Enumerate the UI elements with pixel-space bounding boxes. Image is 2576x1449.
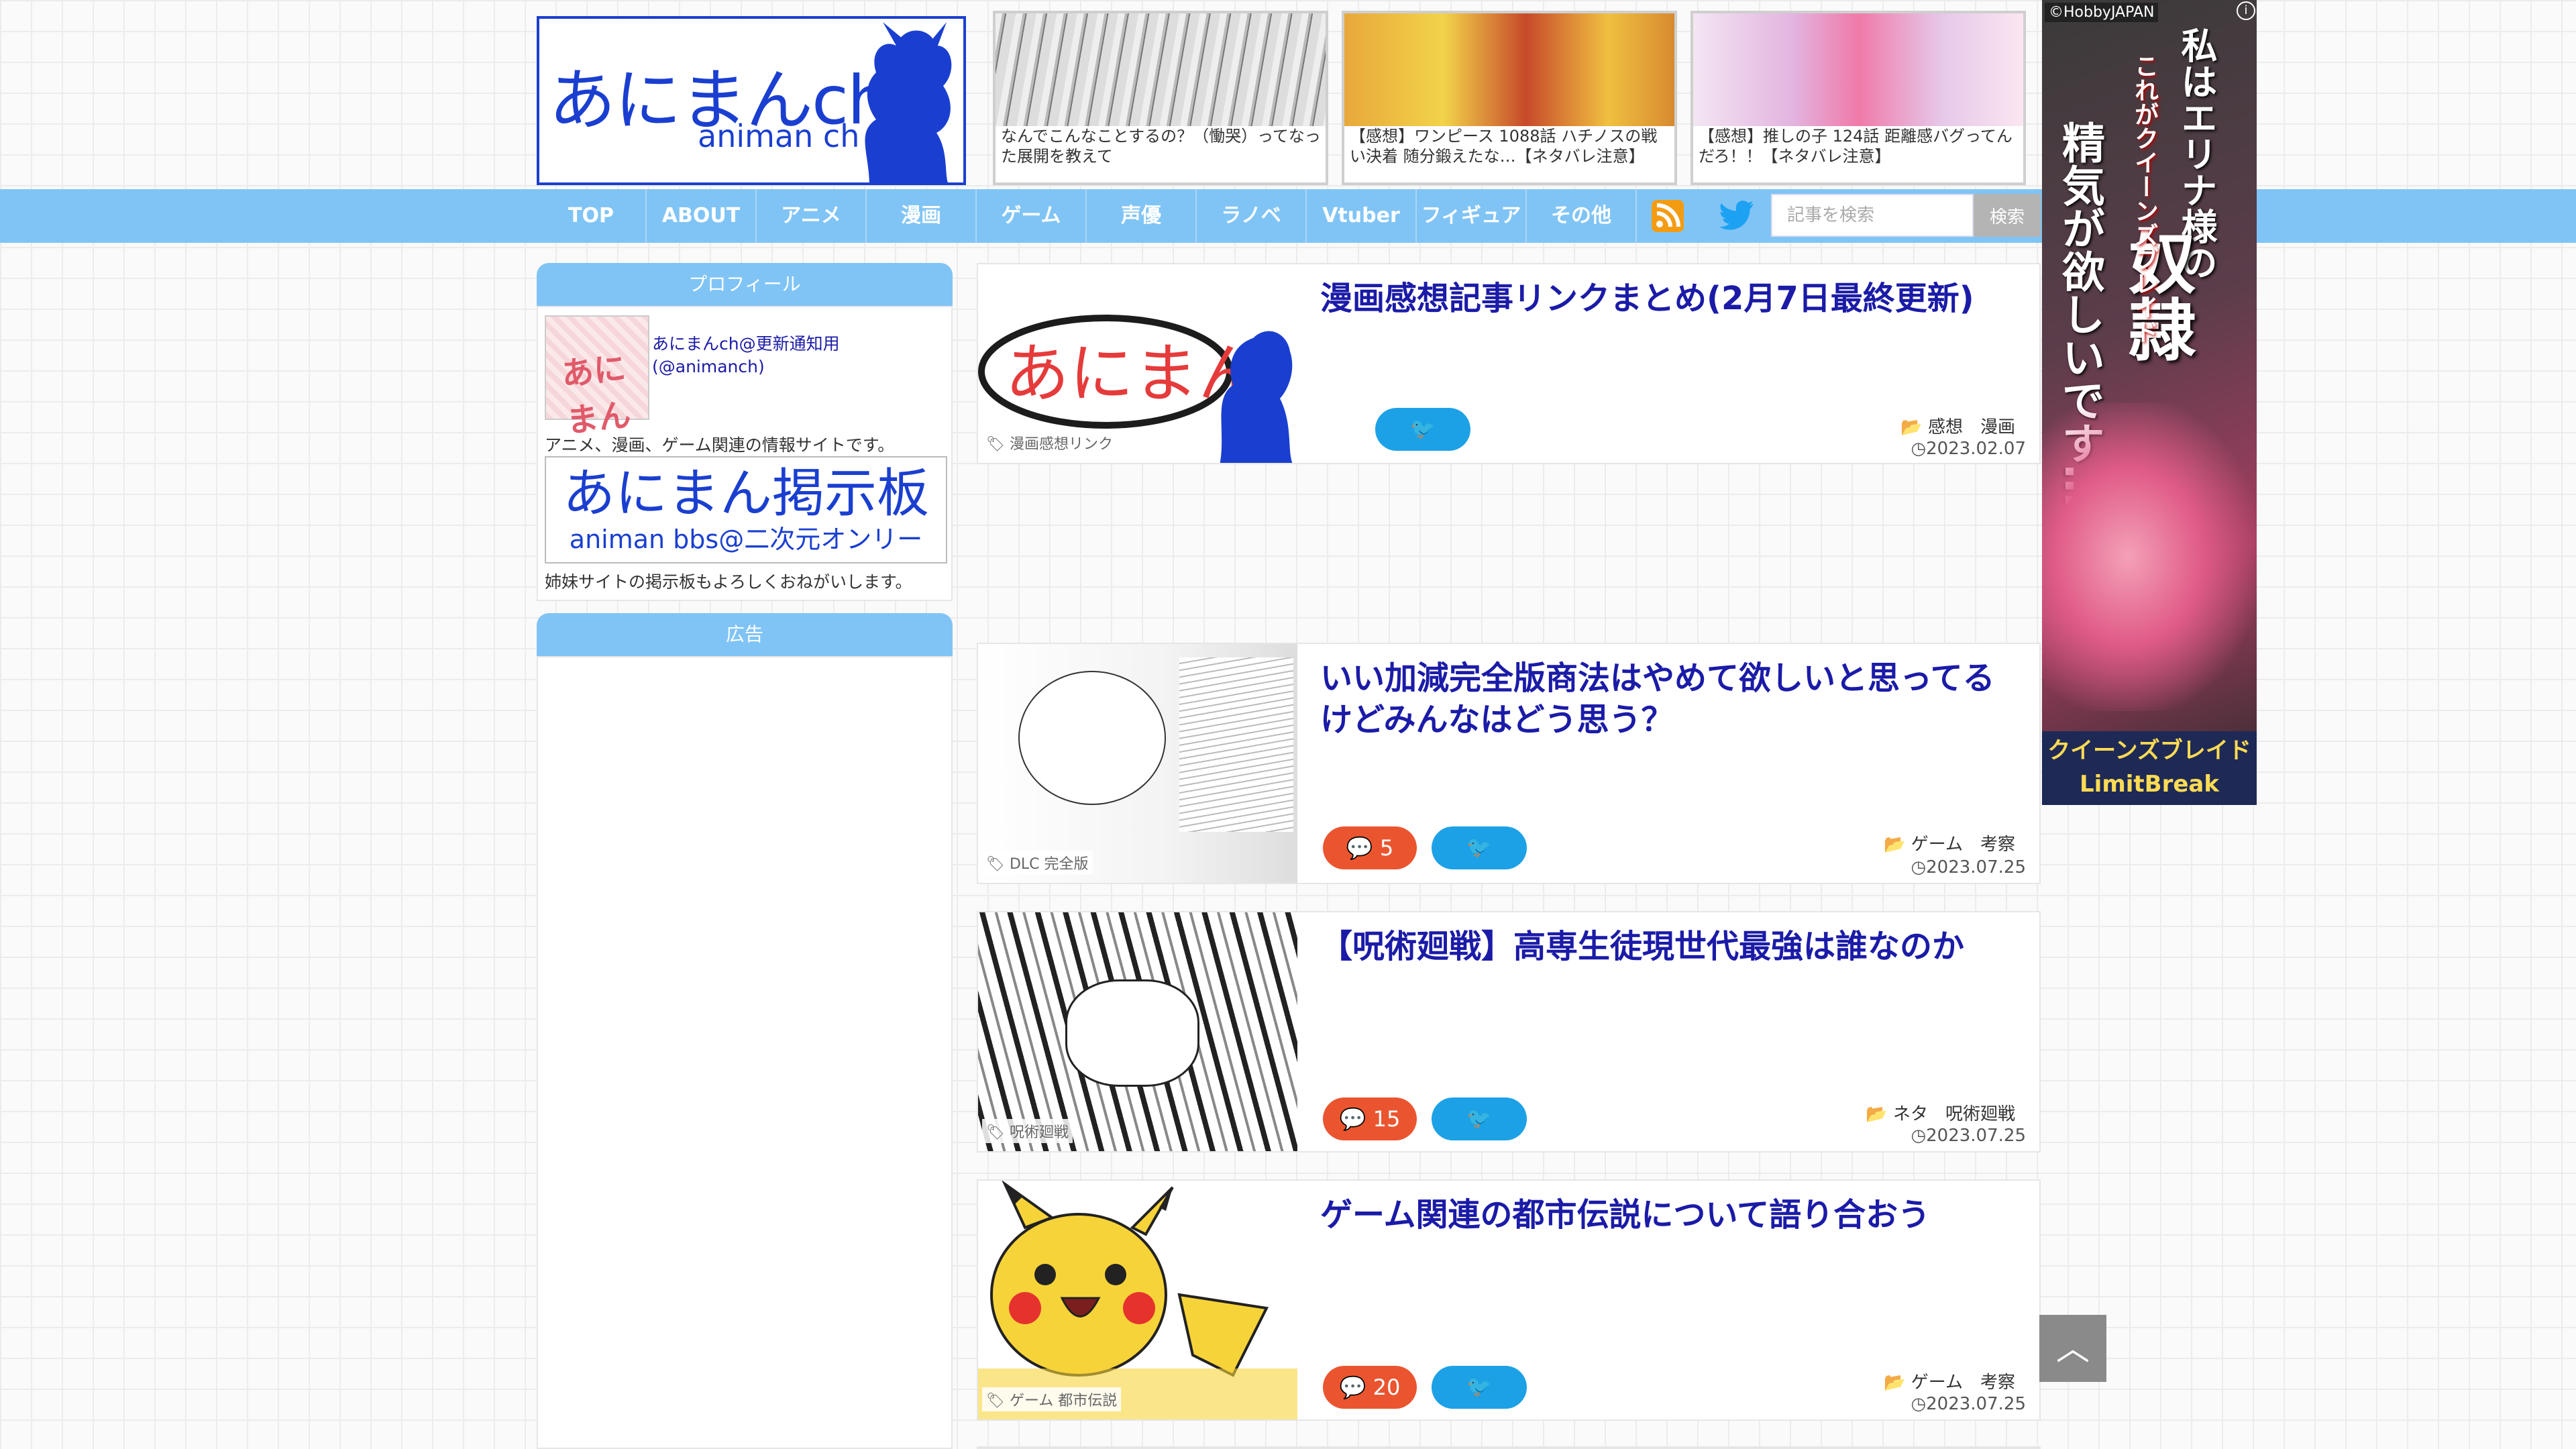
top-story-caption: 【感想】ワンピース 1088話 ハチノスの戦い決着 随分鍛えたな…【ネタバレ注意… xyxy=(1350,126,1670,166)
search-input[interactable] xyxy=(1771,194,1974,237)
right-ad-banner[interactable]: ©HobbyJAPAN i 私はエリナ様の 奴隷 これがクイーンズブレイド 精気… xyxy=(2042,0,2257,805)
tweet-button[interactable]: 🐦 xyxy=(1375,408,1470,451)
article-date: ◷2023.02.07 xyxy=(1911,439,2026,459)
nav-item-vtuber[interactable]: Vtuber xyxy=(1307,189,1417,243)
article-title[interactable]: 【呪術廻戦】高専生徒現世代最強は誰なのか xyxy=(1320,926,2019,967)
twitter-bird-icon: 🐦 xyxy=(1466,1107,1492,1130)
article-category[interactable]: 📂 ゲーム 考察 xyxy=(1884,1368,2015,1393)
top-story-image xyxy=(996,13,1326,126)
article-title[interactable]: ゲーム関連の都市伝説について語り合おう xyxy=(1320,1194,2019,1236)
ad-brand: クイーンズブレイド LimitBreak xyxy=(2042,731,2257,805)
ad-info-icon[interactable]: i xyxy=(2237,1,2255,20)
profile-heading: プロフィール xyxy=(537,263,953,306)
top-story-caption: 【感想】推しの子 124話 距離感バグってんだろ！！【ネタバレ注意】 xyxy=(1699,126,2019,166)
clock-icon: ◷ xyxy=(1911,439,1927,459)
top-story-image xyxy=(1693,13,2023,126)
article-title[interactable]: 漫画感想記事リンクまとめ(2月7日最終更新) xyxy=(1320,278,2019,319)
article-tags[interactable]: 🏷 呪術廻戦 xyxy=(982,1119,1073,1143)
profile-description: アニメ、漫画、ゲーム関連の情報サイトです。 xyxy=(545,435,895,455)
clock-icon: ◷ xyxy=(1911,857,1927,877)
article-thumbnail xyxy=(978,912,1297,1151)
nav-item-anime[interactable]: アニメ xyxy=(757,189,867,243)
rss-icon[interactable] xyxy=(1652,200,1684,232)
nav-item-light-novel[interactable]: ラノベ xyxy=(1197,189,1307,243)
top-story-1[interactable]: なんでこんなことするの？（慟哭）ってなった展開を教えて xyxy=(993,11,1328,185)
bbs-banner[interactable]: あにまん掲示板 animan bbs@二次元オンリー xyxy=(545,456,947,564)
comment-count-button[interactable]: 💬 15 xyxy=(1323,1097,1417,1140)
ad-character-art xyxy=(2042,402,2257,711)
article-title[interactable]: いい加減完全版商法はやめて欲しいと思ってるけどみんなはどう思う？ xyxy=(1320,657,2019,741)
nav-item-figure[interactable]: フィギュア xyxy=(1417,189,1527,243)
tag-icon: 🏷 xyxy=(986,1124,1005,1141)
top-story-caption: なんでこんなことするの？（慟哭）ってなった展開を教えて xyxy=(1001,126,1322,166)
article-tags[interactable]: 🏷 DLC 完全版 xyxy=(982,851,1093,875)
folder-icon: 📂 xyxy=(1884,835,1906,855)
article-category[interactable]: 📂 ネタ 呪術廻戦 xyxy=(1866,1100,2015,1125)
article-category[interactable]: 📂 ゲーム 考察 xyxy=(1884,830,2015,855)
article-date: ◷2023.07.25 xyxy=(1911,1126,2026,1146)
clock-icon: ◷ xyxy=(1911,1126,1927,1146)
bbs-logo-subtext: animan bbs@二次元オンリー xyxy=(569,525,923,554)
profile-avatar[interactable]: あにまん xyxy=(545,315,649,440)
folder-icon: 📂 xyxy=(1884,1373,1906,1393)
article-card[interactable]: ゲーム関連の都市伝説について語り合おう 💬 20 🐦 🏷 ゲーム 都市伝説 📂 … xyxy=(977,1179,2041,1421)
nav-item-manga[interactable]: 漫画 xyxy=(867,189,977,243)
nav-item-about[interactable]: ABOUT xyxy=(647,189,757,243)
twitter-bird-icon: 🐦 xyxy=(1410,417,1436,441)
nav-item-game[interactable]: ゲーム xyxy=(977,189,1087,243)
search-button[interactable]: 検索 xyxy=(1974,194,2041,237)
article-date: ◷2023.07.25 xyxy=(1911,1394,2026,1414)
article-thumbnail xyxy=(978,1181,1297,1419)
back-to-top-button[interactable]: ︿ xyxy=(2039,1315,2106,1382)
sidebar-ad-area xyxy=(537,656,953,1449)
ad-copyright: ©HobbyJAPAN xyxy=(2045,3,2159,22)
twitter-icon[interactable] xyxy=(1719,200,1755,232)
tweet-button[interactable]: 🐦 xyxy=(1432,1097,1527,1140)
article-card[interactable]: 【呪術廻戦】高専生徒現世代最強は誰なのか 💬 15 🐦 🏷 呪術廻戦 📂 ネタ … xyxy=(977,911,2041,1152)
bbs-description: 姉妹サイトの掲示板もよろしくおねがいします。 xyxy=(545,572,912,592)
article-card[interactable]: いい加減完全版商法はやめて欲しいと思ってるけどみんなはどう思う？ 💬 5 🐦 🏷… xyxy=(977,643,2041,884)
article-card[interactable]: あにまん 漫画感想記事リンクまとめ(2月7日最終更新) 🐦 🏷 漫画感想リンク … xyxy=(977,263,2041,464)
article-thumbnail xyxy=(978,644,1297,883)
article-date: ◷2023.07.25 xyxy=(1911,857,2026,877)
article-tags[interactable]: 🏷 ゲーム 都市伝説 xyxy=(982,1387,1122,1411)
article-tags[interactable]: 🏷 漫画感想リンク xyxy=(982,431,1117,455)
tweet-button[interactable]: 🐦 xyxy=(1432,826,1527,869)
twitter-bird-icon: 🐦 xyxy=(1466,836,1492,859)
nav-item-other[interactable]: その他 xyxy=(1527,189,1637,243)
profile-handle[interactable]: (@animanch) xyxy=(652,357,765,376)
mascot-silhouette-icon xyxy=(865,22,952,182)
top-story-image xyxy=(1344,13,1674,126)
ad-heading: 広告 xyxy=(537,613,953,656)
bbs-logo-text: あにまん掲示板 xyxy=(562,464,929,524)
profile-widget: あにまん あにまんch@更新通知用 (@animanch) アニメ、漫画、ゲーム… xyxy=(537,306,953,601)
next-article-edge xyxy=(977,1446,2041,1449)
article-category[interactable]: 📂 感想 漫画 xyxy=(1900,413,2015,438)
site-logo[interactable]: あにまんch animan ch xyxy=(537,16,966,185)
top-story-2[interactable]: 【感想】ワンピース 1088話 ハチノスの戦い決着 随分鍛えたな…【ネタバレ注意… xyxy=(1342,11,1677,185)
chevron-up-icon: ︿ xyxy=(2056,1329,2090,1368)
nav-item-voice-actor[interactable]: 声優 xyxy=(1087,189,1197,243)
folder-icon: 📂 xyxy=(1866,1104,1888,1124)
clock-icon: ◷ xyxy=(1911,1394,1927,1414)
profile-name-link[interactable]: あにまんch@更新通知用 xyxy=(652,331,840,357)
ad-headline-3: これがクイーンズブレイド xyxy=(2131,54,2158,343)
twitter-bird-icon: 🐦 xyxy=(1466,1375,1492,1399)
top-story-3[interactable]: 【感想】推しの子 124話 距離感バグってんだろ！！【ネタバレ注意】 xyxy=(1690,11,2026,185)
tag-icon: 🏷 xyxy=(986,1393,1005,1409)
folder-icon: 📂 xyxy=(1900,417,1923,437)
tag-icon: 🏷 xyxy=(986,856,1005,873)
comment-count-button[interactable]: 💬 20 xyxy=(1323,1366,1417,1409)
nav-item-top[interactable]: TOP xyxy=(537,189,647,243)
tag-icon: 🏷 xyxy=(986,436,1005,453)
tweet-button[interactable]: 🐦 xyxy=(1432,1366,1527,1409)
comment-count-button[interactable]: 💬 5 xyxy=(1323,826,1417,869)
